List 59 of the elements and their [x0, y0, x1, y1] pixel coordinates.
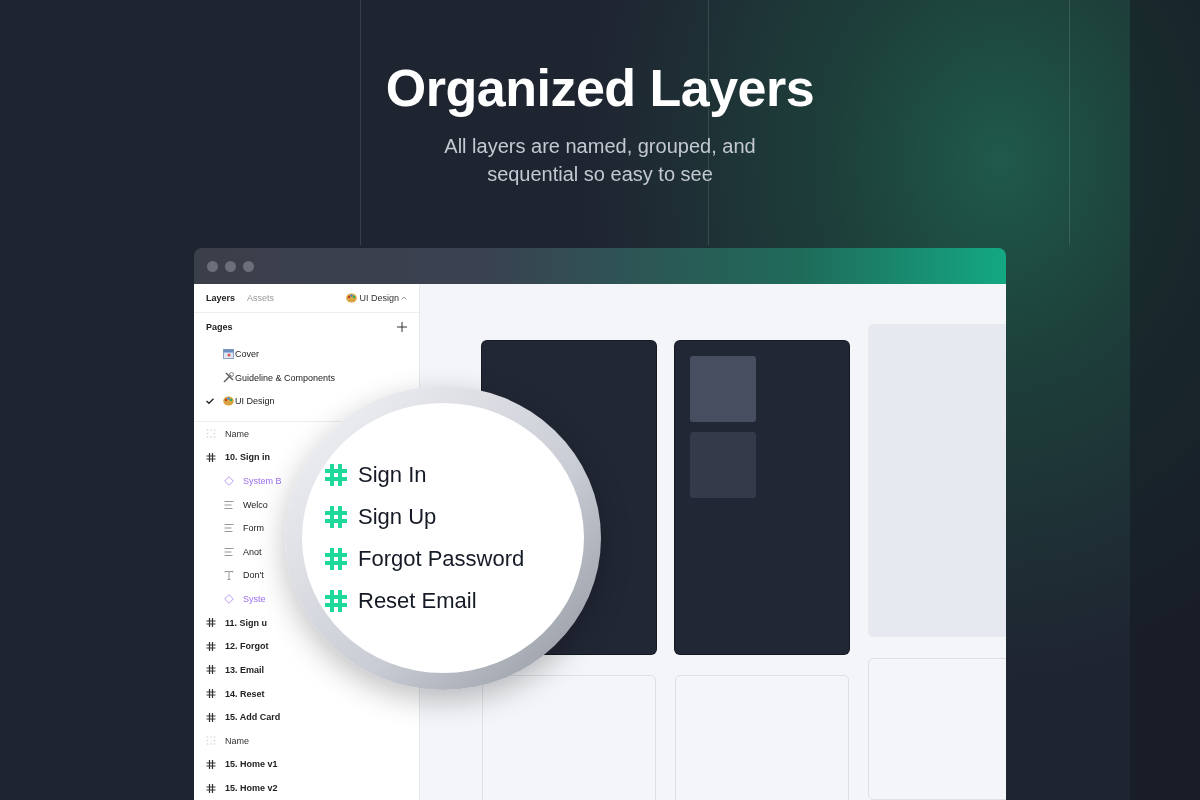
layer-row[interactable]: Welco [194, 492, 268, 517]
subheadline: All layers are named, grouped, and sequential so easy to see [443, 134, 757, 187]
frame-layer-item: Reset Email [324, 588, 584, 614]
layer-row[interactable]: Name [194, 729, 249, 753]
layer-row[interactable]: Name [194, 421, 249, 446]
frame-hash-icon [206, 618, 216, 628]
section-title: Pages [206, 322, 233, 333]
palette-icon [223, 396, 234, 407]
frame-hash-icon [206, 665, 216, 675]
frame-hash-icon [206, 689, 216, 699]
grid-dots-icon [206, 429, 216, 439]
layer-row[interactable]: Anot [194, 540, 262, 564]
layer-row[interactable]: 14. Reset [194, 681, 265, 706]
page-item[interactable]: UI Design [194, 389, 275, 413]
page-item[interactable]: Guideline & Components [194, 365, 336, 390]
frame-hash-icon [206, 452, 216, 462]
hash-icon [324, 589, 348, 613]
layer-row[interactable]: Syste [194, 587, 266, 611]
page-item[interactable]: Cover [194, 342, 259, 366]
frame-hash-icon [206, 783, 216, 793]
chevron-up-icon [401, 295, 407, 300]
layer-row[interactable]: 15. Home v2 [194, 776, 278, 800]
frame-layer-item: Forgot Password [324, 546, 584, 572]
frame-layer-item: Sign In [324, 462, 584, 488]
text-icon [224, 570, 234, 580]
frame-hash-icon [206, 759, 216, 769]
frame-layer-item: Sign Up [324, 504, 584, 530]
palette-icon [346, 292, 358, 303]
frame-hash-icon [206, 712, 216, 722]
window-dot[interactable] [225, 260, 236, 272]
align-left-icon [224, 547, 234, 556]
window-dot[interactable] [207, 260, 218, 272]
layer-row[interactable]: System B [194, 469, 282, 493]
align-left-icon [224, 500, 234, 509]
layer-row[interactable]: Don't [194, 563, 264, 588]
diamond-icon [224, 594, 234, 605]
check-icon [206, 398, 214, 405]
layer-row[interactable]: 13. Email [194, 658, 265, 682]
hash-icon [324, 505, 348, 529]
image-placeholder [690, 356, 756, 422]
layer-row[interactable]: 10. Sign in [194, 445, 270, 470]
panel-tab[interactable]: Layers [206, 292, 236, 303]
layer-row[interactable]: Form [194, 516, 264, 540]
align-left-icon [224, 524, 234, 533]
layer-row[interactable]: 11. Sign u [194, 610, 267, 635]
picture-card-icon [223, 348, 234, 359]
window-dot[interactable] [243, 260, 254, 272]
hash-icon [324, 547, 348, 571]
layer-row[interactable]: 15. Add Card [194, 705, 281, 729]
page-switcher[interactable]: UI Design [346, 292, 407, 303]
tools-icon [223, 372, 234, 384]
hash-icon [324, 463, 348, 487]
layer-row[interactable]: 12. Forgot [194, 634, 269, 659]
diamond-icon [224, 475, 234, 486]
headline: Organized Layers [385, 58, 815, 118]
frame-hash-icon [206, 641, 216, 651]
grid-dots-icon [206, 736, 216, 746]
plus-icon[interactable] [397, 322, 407, 333]
layer-row[interactable]: 15. Home v1 [194, 752, 278, 777]
